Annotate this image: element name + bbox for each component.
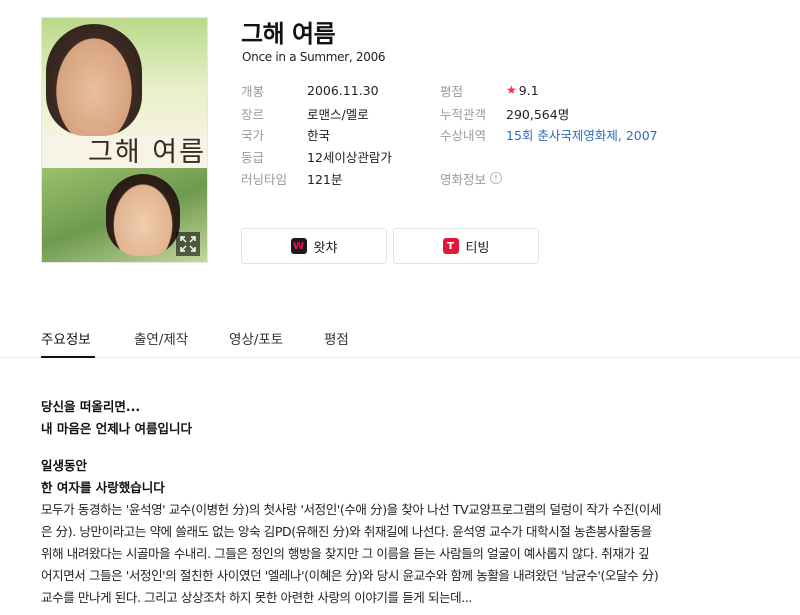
tab-cast-crew[interactable]: 출연/제작	[134, 328, 188, 358]
tab-ratings[interactable]: 평점	[324, 328, 349, 358]
ott-label: 티빙	[465, 240, 490, 256]
info-country: 국가 한국	[241, 125, 330, 143]
info-runtime: 러닝타임 121분	[241, 169, 342, 187]
expand-icon[interactable]	[176, 232, 200, 256]
info-label: 국가	[241, 127, 265, 143]
movie-title: 그해 여름	[241, 20, 336, 48]
info-movie-info: 영화정보 !	[440, 169, 503, 187]
info-value: 2006.11.30	[307, 82, 379, 98]
ott-button-tving[interactable]: T 티빙	[393, 228, 539, 264]
ott-button-watcha[interactable]: W 왓챠	[241, 228, 387, 264]
info-value: 121분	[307, 171, 343, 187]
synopsis: 당신을 떠올리면... 내 마음은 언제나 여름입니다 일생동안 한 여자를 사…	[41, 396, 681, 609]
info-label: 개봉	[241, 83, 265, 99]
poster-actress-image	[106, 174, 180, 256]
info-label: 영화정보	[440, 171, 487, 187]
tab-main-info[interactable]: 주요정보	[41, 328, 95, 358]
synopsis-line: 은 分). 낭만이라고는 약에 쓸래도 없는 앙숙 김PD(유해진 分)와 취재…	[41, 524, 652, 539]
synopsis-line: 모두가 동경하는 '윤석영' 교수(이병헌 分)의 첫사랑 '서정인'(수애 分…	[41, 502, 662, 517]
detail-tabs: 주요정보 출연/제작 영상/포토 평점	[0, 318, 800, 358]
tving-logo-icon: T	[442, 238, 459, 254]
info-value: 로맨스/멜로	[307, 106, 369, 122]
movie-poster[interactable]: 그해 여름	[41, 17, 208, 263]
info-label: 평점	[440, 83, 464, 99]
tab-video-photo[interactable]: 영상/포토	[229, 328, 283, 358]
movie-subtitle: Once in a Summer, 2006	[242, 50, 386, 64]
info-value: 12세이상관람가	[307, 149, 392, 165]
info-grade: 등급 12세이상관람가	[241, 147, 392, 165]
star-icon: ★	[506, 83, 517, 97]
audience-value: 290,564명	[506, 106, 570, 122]
info-genre: 장르 로맨스/멜로	[241, 104, 369, 122]
poster-actor-image	[46, 24, 142, 136]
synopsis-line: 위해 내려왔다는 시골마을 수내리. 그들은 정인의 행방을 찾지만 그 이름을…	[41, 546, 650, 561]
info-release: 개봉 2006.11.30	[241, 81, 379, 99]
synopsis-line: 어지면서 그들은 '서정인'의 절친한 사이였던 '엘레나'(이혜은 分)와 당…	[41, 568, 659, 583]
synopsis-headline: 당신을 떠올리면...	[41, 399, 141, 414]
synopsis-headline: 한 여자를 사랑했습니다	[41, 480, 165, 495]
ott-label: 왓챠	[313, 240, 338, 256]
award-link[interactable]: 15회 춘사국제영화제, 2007	[506, 125, 658, 144]
info-rating: 평점 ★ 9.1	[440, 81, 539, 99]
info-icon[interactable]: !	[490, 172, 503, 184]
info-award: 수상내역 15회 춘사국제영화제, 2007	[440, 125, 658, 143]
info-label: 누적관객	[440, 106, 487, 122]
info-label: 러닝타임	[241, 171, 288, 187]
info-audience: 누적관객 290,564명	[440, 104, 569, 122]
synopsis-headline: 내 마음은 언제나 여름입니다	[41, 421, 193, 436]
synopsis-headline: 일생동안	[41, 458, 88, 473]
watcha-logo-icon: W	[290, 238, 307, 254]
rating-value: 9.1	[518, 82, 539, 98]
info-label: 장르	[241, 106, 265, 122]
info-value: 한국	[307, 127, 331, 143]
info-label: 수상내역	[440, 127, 487, 143]
poster-title-text: 그해 여름	[88, 137, 206, 168]
info-label: 등급	[241, 149, 265, 165]
synopsis-line: 교수를 만나게 된다. 그리고 상상조차 하지 못한 아련한 사랑의 이야기를 …	[41, 590, 473, 605]
